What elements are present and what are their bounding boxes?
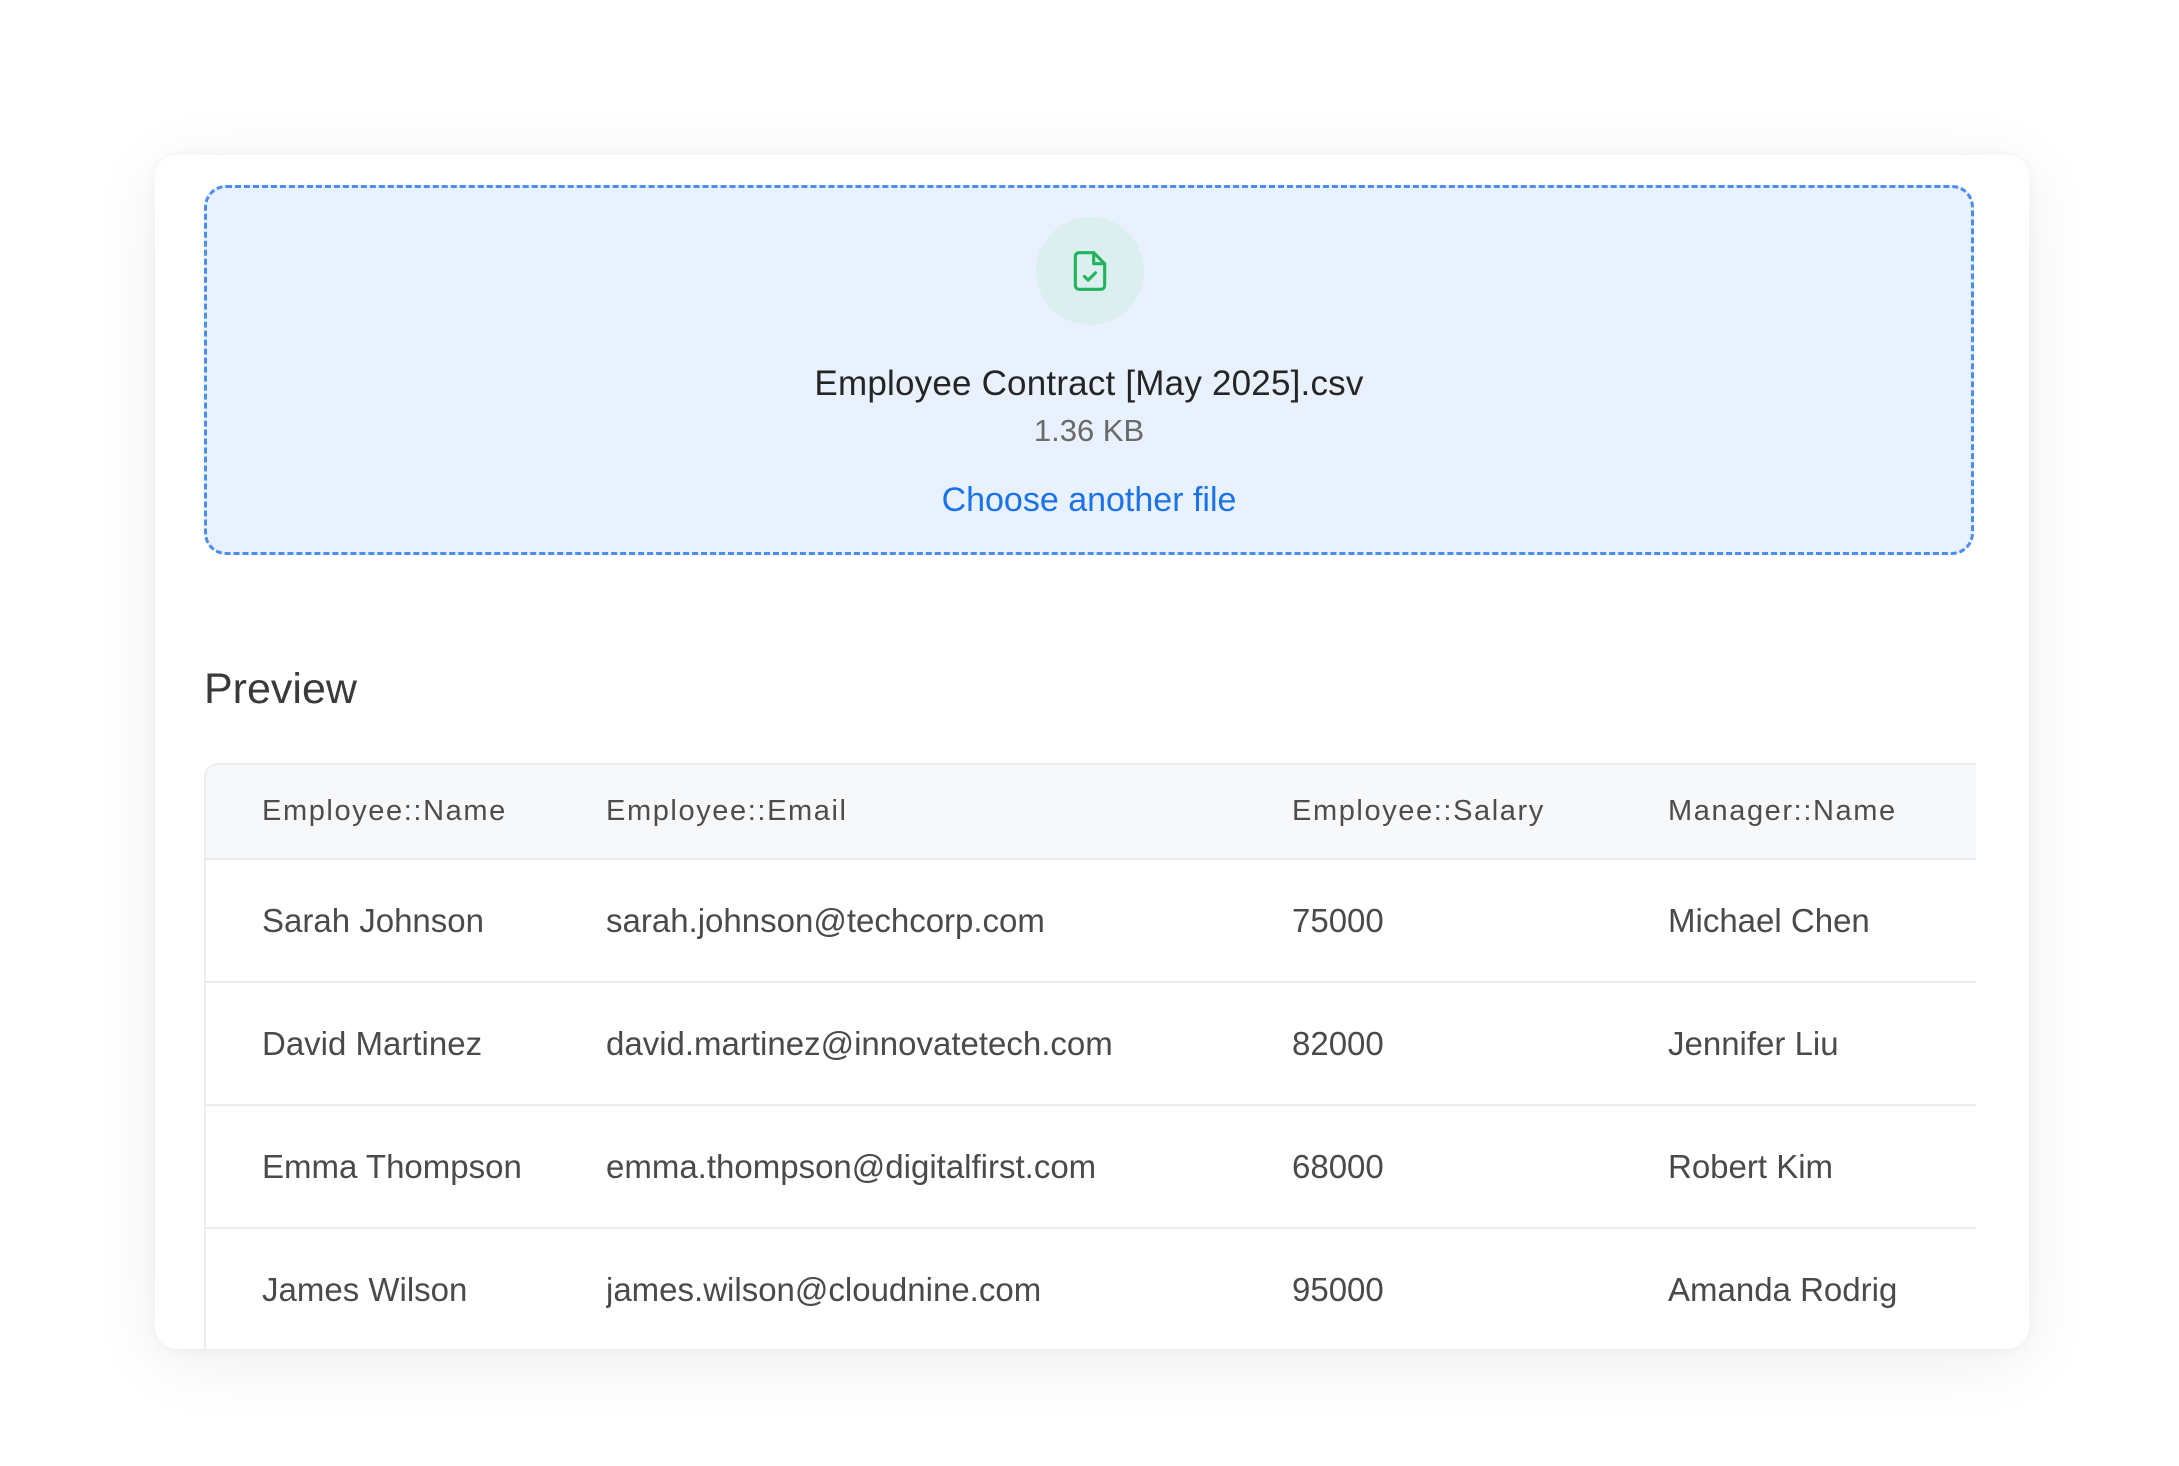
table-cell: Jennifer Liu bbox=[1668, 982, 1976, 1106]
table-cell: sarah.johnson@techcorp.com bbox=[606, 859, 1292, 983]
table-cell: emma.thompson@digitalfirst.com bbox=[606, 1105, 1292, 1229]
table-cell: Amanda Rodrig bbox=[1668, 1228, 1976, 1349]
table-header-row: Employee::Name Employee::Email Employee:… bbox=[206, 765, 1976, 860]
table-cell: 82000 bbox=[1292, 982, 1668, 1106]
table-row: Sarah Johnson sarah.johnson@techcorp.com… bbox=[206, 859, 1976, 983]
table-cell: Michael Chen bbox=[1668, 859, 1976, 983]
column-header: Manager::Name bbox=[1668, 765, 1976, 860]
preview-table-container[interactable]: Employee::Name Employee::Email Employee:… bbox=[204, 763, 1976, 1349]
choose-another-file-wrap: Choose another file bbox=[207, 481, 1971, 520]
column-header: Employee::Email bbox=[606, 765, 1292, 860]
table-cell: 95000 bbox=[1292, 1228, 1668, 1349]
upload-card: Employee Contract [May 2025].csv 1.36 KB… bbox=[155, 155, 2029, 1349]
file-size: 1.36 KB bbox=[1033, 413, 1145, 448]
table-row: Emma Thompson emma.thompson@digitalfirst… bbox=[206, 1105, 1976, 1229]
table-cell: Sarah Johnson bbox=[206, 859, 606, 983]
column-header: Employee::Salary bbox=[1292, 765, 1668, 860]
file-check-icon bbox=[1073, 251, 1107, 291]
preview-heading: Preview bbox=[204, 665, 357, 713]
table-row: James Wilson james.wilson@cloudnine.com … bbox=[206, 1228, 1976, 1349]
table-cell: Robert Kim bbox=[1668, 1105, 1976, 1229]
column-header: Employee::Name bbox=[206, 765, 606, 860]
file-dropzone[interactable]: Employee Contract [May 2025].csv 1.36 KB… bbox=[204, 185, 1974, 555]
file-icon-circle bbox=[1036, 217, 1144, 325]
table-row: David Martinez david.martinez@innovatete… bbox=[206, 982, 1976, 1106]
table-cell: 75000 bbox=[1292, 859, 1668, 983]
choose-another-file-link[interactable]: Choose another file bbox=[942, 481, 1237, 519]
table-cell: David Martinez bbox=[206, 982, 606, 1106]
table-cell: james.wilson@cloudnine.com bbox=[606, 1228, 1292, 1349]
file-name: Employee Contract [May 2025].csv bbox=[814, 364, 1364, 403]
table-cell: david.martinez@innovatetech.com bbox=[606, 982, 1292, 1106]
preview-table: Employee::Name Employee::Email Employee:… bbox=[206, 765, 1976, 1349]
table-cell: Emma Thompson bbox=[206, 1105, 606, 1229]
table-cell: 68000 bbox=[1292, 1105, 1668, 1229]
table-cell: James Wilson bbox=[206, 1228, 606, 1349]
